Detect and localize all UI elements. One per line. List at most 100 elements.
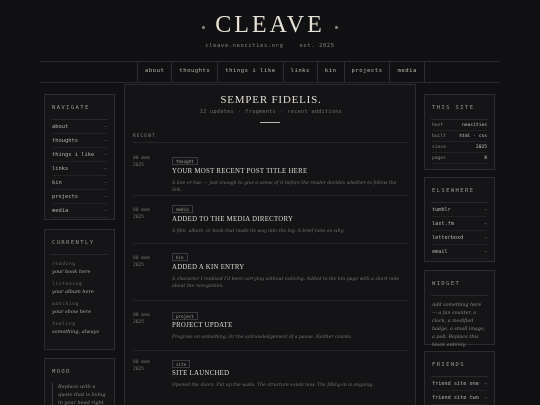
- dash-icon: –: [103, 152, 107, 158]
- sidebar-item-label: thoughts: [52, 138, 78, 144]
- site-est: est. 2025: [299, 43, 335, 49]
- post-date: 00 mmm 2025: [133, 359, 150, 373]
- post-date-year: 2025: [133, 367, 145, 372]
- dash-icon: –: [103, 124, 107, 130]
- nav-thoughts[interactable]: thoughts: [172, 61, 219, 82]
- sidebar-item-links[interactable]: links –: [52, 162, 107, 176]
- sidebar-item-label: things i like: [52, 152, 95, 158]
- arrow-right-icon: →: [483, 249, 487, 255]
- post-title[interactable]: ADDED TO THE MEDIA DIRECTORY: [172, 216, 293, 223]
- sidebar-item-about[interactable]: about –: [52, 120, 107, 134]
- elsewhere-label: last.fm: [432, 221, 454, 227]
- nav-kin[interactable]: kin: [318, 61, 345, 82]
- post-title[interactable]: SITE LAUNCHED: [172, 370, 229, 377]
- currently-reading: reading your book here: [52, 262, 107, 275]
- navigate-title: NAVIGATE: [52, 105, 90, 111]
- widget-panel: WIDGET Add something here — a fan counte…: [424, 270, 495, 348]
- post-divider: [133, 300, 409, 301]
- dash-icon: –: [103, 180, 107, 186]
- post-divider: [133, 243, 409, 244]
- elsewhere-title: ELSEWHERE: [432, 188, 475, 194]
- currently-value: your album here: [52, 289, 94, 295]
- recent-label: RECENT: [133, 134, 156, 139]
- this-site-panel: THIS SITE host neocities built html · css …: [424, 94, 495, 170]
- nav-divider: [40, 82, 500, 83]
- sidebar-item-kin[interactable]: kin –: [52, 176, 107, 190]
- currently-watching: watching your show here: [52, 302, 107, 315]
- subtitle-recent: recent additions: [287, 109, 343, 115]
- friends-panel: FRIENDS friend site one → friend site two…: [424, 351, 495, 405]
- logo-dot-right: [334, 26, 338, 29]
- site-info-value: 8: [484, 156, 487, 161]
- post-divider: [133, 142, 409, 143]
- post-tag[interactable]: media: [172, 205, 193, 213]
- site-info-key: pages: [432, 156, 446, 161]
- post-tag[interactable]: project: [172, 312, 198, 320]
- post-date-day: 00 mmm: [133, 156, 150, 161]
- currently-label: reading: [52, 262, 76, 267]
- site-info-value: 2025: [475, 145, 487, 150]
- post-title[interactable]: PROJECT UPDATE: [172, 322, 233, 329]
- post-date-year: 2025: [133, 320, 145, 325]
- nav-things-i-like[interactable]: things i like: [218, 61, 284, 82]
- elsewhere-link-letterboxd[interactable]: letterboxd →: [432, 231, 487, 245]
- post-title[interactable]: ADDED A KIN ENTRY: [172, 264, 245, 271]
- post-tag[interactable]: kin: [172, 253, 188, 261]
- currently-title: CURRENTLY: [52, 240, 95, 246]
- post-date-day: 00 mmm: [133, 313, 150, 318]
- sidebar-item-label: about: [52, 124, 69, 130]
- sidebar-item-thoughts[interactable]: thoughts –: [52, 134, 107, 148]
- friend-link[interactable]: friend site one →: [432, 377, 487, 391]
- subtitle-updates: 12 updates: [199, 109, 234, 115]
- subtitle-fragments: fragments: [245, 109, 277, 115]
- post-date: 00 mmm 2025: [133, 312, 150, 326]
- sidebar-item-things-i-like[interactable]: things i like –: [52, 148, 107, 162]
- post-date: 00 mmm 2025: [133, 207, 150, 221]
- nav-links[interactable]: links: [284, 61, 318, 82]
- dash-icon: →: [483, 207, 487, 213]
- post-excerpt: A line or two — just enough to give a se…: [172, 181, 397, 193]
- page-subtitle: 12 updates · fragments · recent additions: [199, 109, 343, 115]
- nav-about[interactable]: about: [138, 61, 173, 82]
- friends-title: FRIENDS: [432, 362, 465, 368]
- currently-label: listening: [52, 282, 83, 287]
- currently-listening: listening your album here: [52, 282, 107, 295]
- post-title[interactable]: YOUR MOST RECENT POST TITLE HERE: [172, 168, 307, 175]
- site-header: CLEAVE cleave.neocities.org est. 2025: [0, 0, 540, 62]
- post-date-year: 2025: [133, 263, 145, 268]
- friend-link[interactable]: friend site two →: [432, 391, 487, 405]
- post-date-day: 00 mmm: [133, 256, 150, 261]
- elsewhere-link-lastfm[interactable]: last.fm →: [432, 217, 487, 231]
- site-info-row: pages 8: [432, 153, 487, 164]
- site-domain: cleave.neocities.org: [205, 43, 284, 49]
- this-site-title: THIS SITE: [432, 105, 475, 111]
- post-tag[interactable]: thought: [172, 157, 198, 165]
- mood-panel: MOOD Replace with a quote that is living…: [44, 358, 115, 405]
- mood-title: MOOD: [52, 369, 71, 375]
- nav-projects[interactable]: projects: [345, 61, 391, 82]
- sidebar-item-media[interactable]: media –: [52, 204, 107, 218]
- dash-icon: –: [103, 138, 107, 144]
- currently-value: your show here: [52, 309, 92, 315]
- sidebar-item-label: media: [52, 208, 69, 214]
- post-date-year: 2025: [133, 163, 145, 168]
- post-excerpt: A film, album, or book that made its way…: [172, 229, 345, 234]
- site-logo[interactable]: CLEAVE: [215, 12, 325, 38]
- friend-label: friend site two: [432, 395, 479, 401]
- elsewhere-link-tumblr[interactable]: tumblr →: [432, 203, 487, 217]
- arrow-right-icon: →: [483, 395, 487, 401]
- logo-row: CLEAVE: [0, 12, 540, 39]
- currently-label: watching: [52, 302, 79, 307]
- post-date-day: 00 mmm: [133, 208, 150, 213]
- site-info-value: neocities: [462, 123, 487, 128]
- dash-icon: –: [103, 208, 107, 214]
- sidebar-item-projects[interactable]: projects –: [52, 190, 107, 204]
- dash-icon: –: [103, 166, 107, 172]
- mood-text: Replace with a quote that is living in y…: [52, 383, 107, 405]
- elsewhere-link-email[interactable]: email →: [432, 245, 487, 259]
- post-divider: [133, 195, 409, 196]
- site-info-key: built: [432, 134, 446, 139]
- currently-value: something, always: [52, 329, 99, 335]
- post-tag[interactable]: site: [172, 360, 191, 368]
- nav-media[interactable]: media: [390, 61, 425, 82]
